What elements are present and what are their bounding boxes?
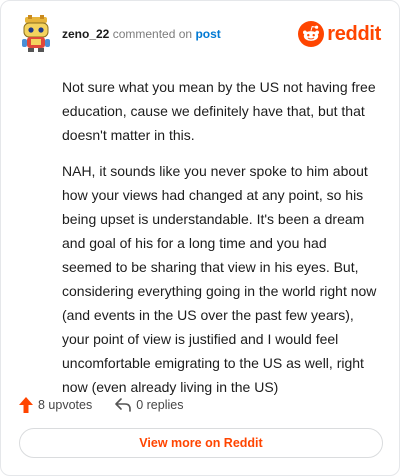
comment-paragraph: NAH, it sounds like you never spoke to h… [62,163,377,395]
upvote-count: 8 upvotes [38,398,93,412]
comment-actions: 8 upvotes 0 replies [18,393,183,417]
action-text: commented on [112,27,193,41]
snoo-avatar-icon [22,15,50,52]
comment-header: zeno_22 commented on post reddit [19,15,383,55]
view-more-button[interactable]: View more on Reddit [19,428,383,458]
reply-count: 0 replies [136,398,184,412]
reddit-logo-icon [298,21,325,47]
username-link[interactable]: zeno_22 [62,27,109,41]
user-avatar[interactable] [19,15,53,53]
comment-body: Not sure what you mean by the US not hav… [62,75,380,411]
reddit-brand[interactable]: reddit [298,20,381,48]
comment-paragraph: Not sure what you mean by the US not hav… [62,79,376,143]
reddit-wordmark: reddit [327,22,381,45]
post-link[interactable]: post [195,27,220,41]
upvote-arrow-icon [19,397,33,413]
comment-embed-card: zeno_22 commented on post reddit Not sur… [0,0,400,476]
replies-button[interactable]: 0 replies [114,397,183,413]
upvote-button[interactable]: 8 upvotes [18,396,92,414]
reply-arrow-icon [115,398,132,412]
comment-meta: zeno_22 commented on post [62,27,221,41]
